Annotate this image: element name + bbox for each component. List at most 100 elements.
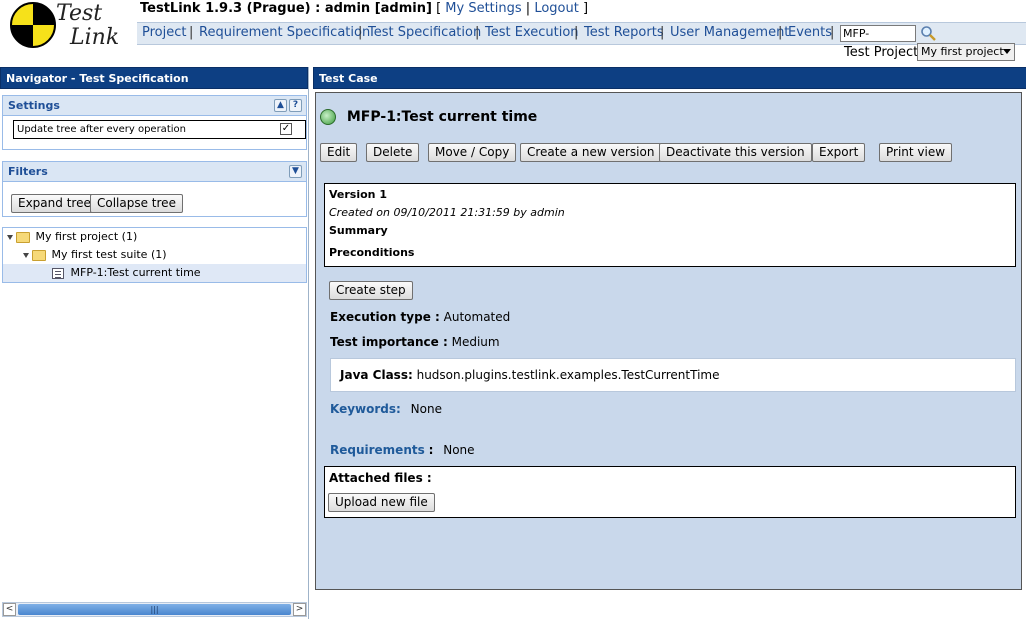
tree-node-label: My first test suite (1): [51, 248, 167, 261]
menu-test-reports[interactable]: Test Reports: [584, 25, 664, 40]
menu-separator: |: [189, 25, 194, 40]
collapse-up-icon[interactable]: ▲: [274, 99, 287, 112]
keywords-value: None: [410, 402, 442, 416]
filters-section: Filters ▼ Expand tree Collapse tree: [2, 161, 307, 217]
upload-new-file-button[interactable]: Upload new file: [328, 493, 435, 512]
tree-expander-icon[interactable]: [7, 234, 13, 240]
app-title: TestLink 1.9.3 (Prague) : admin [admin]: [140, 1, 432, 16]
scroll-left-icon[interactable]: <: [3, 603, 16, 616]
version-box: Version 1 Created on 09/10/2011 21:31:59…: [324, 183, 1016, 267]
create-step-button[interactable]: Create step: [329, 281, 413, 300]
created-line: Created on 09/10/2011 21:31:59 by admin: [329, 206, 565, 219]
navigator-title: Navigator - Test Specification: [0, 67, 308, 89]
java-class-label: Java Class:: [340, 368, 413, 382]
version-label: Version 1: [329, 188, 387, 201]
attached-files-box: Attached files : Upload new file: [324, 466, 1016, 518]
menu-user-management[interactable]: User Management: [670, 25, 789, 40]
scrollbar-thumb[interactable]: |||: [18, 604, 291, 615]
settings-section: Settings ▲ ? Update tree after every ope…: [2, 95, 307, 150]
edit-button[interactable]: Edit: [320, 143, 358, 162]
test-case-panel: Test Case MFP-1:Test current time Edit D…: [313, 67, 1026, 619]
test-case-panel-title: Test Case: [313, 67, 1026, 89]
bracket-close: ]: [582, 1, 589, 16]
attached-files-label: Attached files :: [329, 471, 432, 485]
menu-separator: |: [574, 25, 579, 40]
test-project-label: Test Project: [844, 45, 919, 60]
execution-type-label: Execution type :: [330, 310, 440, 324]
folder-icon: [16, 231, 30, 243]
java-class-value: hudson.plugins.testlink.examples.TestCur…: [416, 368, 720, 382]
my-settings-link[interactable]: My Settings: [445, 1, 521, 16]
update-tree-setting: Update tree after every operation ✓: [13, 120, 306, 139]
update-tree-checkbox[interactable]: ✓: [280, 123, 292, 135]
test-spec-tree: My first project (1) My first test suite…: [2, 227, 307, 283]
logo-text-bottom: Link: [69, 25, 119, 50]
tree-node-label: MFP-1:Test current time: [70, 266, 201, 279]
settings-header: Settings ▲ ?: [3, 96, 306, 116]
requirements-value: None: [443, 443, 475, 457]
preconditions-label: Preconditions: [329, 246, 415, 259]
menu-separator: |: [660, 25, 665, 40]
summary-label: Summary: [329, 224, 388, 237]
test-importance-value: Medium: [451, 335, 500, 349]
help-icon[interactable]: ?: [289, 99, 302, 112]
tree-expander-icon[interactable]: [23, 252, 29, 258]
keywords-label[interactable]: Keywords:: [330, 402, 401, 416]
execution-type: Execution type : Automated: [330, 310, 510, 324]
menu-separator: |: [358, 25, 363, 40]
test-importance: Test importance : Medium: [330, 335, 500, 349]
menu-test-execution[interactable]: Test Execution: [485, 25, 579, 40]
test-case-status-icon: [320, 109, 336, 125]
menu-separator: |: [475, 25, 480, 40]
deactivate-version-button[interactable]: Deactivate this version: [659, 143, 812, 162]
separator: |: [525, 1, 531, 16]
requirements: Requirements : None: [330, 443, 475, 457]
testlink-logo[interactable]: Test Link: [6, 0, 126, 52]
tree-node-project[interactable]: My first project (1): [7, 228, 137, 246]
filters-header: Filters ▼: [3, 162, 306, 182]
filters-title: Filters: [8, 165, 48, 178]
settings-title: Settings: [8, 99, 60, 112]
expand-down-icon[interactable]: ▼: [289, 165, 302, 178]
tree-node-label: My first project (1): [35, 230, 138, 243]
expand-tree-button[interactable]: Expand tree: [11, 194, 98, 213]
menu-events[interactable]: Events: [788, 25, 832, 40]
test-case-title-text: MFP-1:Test current time: [346, 109, 538, 125]
menu-project[interactable]: Project: [142, 25, 186, 40]
menu-test-specification[interactable]: Test Specification: [368, 25, 481, 40]
update-tree-label: Update tree after every operation: [17, 124, 186, 135]
java-class-box: Java Class: hudson.plugins.testlink.exam…: [330, 358, 1016, 392]
tree-node-testcase[interactable]: MFP-1:Test current time: [3, 264, 306, 282]
chevron-down-icon: [1003, 49, 1011, 54]
keywords: Keywords: None: [330, 402, 442, 416]
create-new-version-button[interactable]: Create a new version: [520, 143, 662, 162]
header: Test Link TestLink 1.9.3 (Prague) : admi…: [0, 0, 1026, 66]
tree-node-suite[interactable]: My first test suite (1): [23, 246, 167, 264]
collapse-tree-button[interactable]: Collapse tree: [90, 194, 183, 213]
test-importance-label: Test importance :: [330, 335, 448, 349]
main-menu: Project | Requirement Specification | Te…: [137, 22, 1026, 45]
logout-link[interactable]: Logout: [534, 1, 579, 16]
folder-icon: [32, 249, 46, 261]
menu-requirement-specification[interactable]: Requirement Specification: [199, 25, 370, 40]
search-input[interactable]: [840, 25, 916, 42]
test-case-title: MFP-1:Test current time: [320, 109, 537, 125]
print-view-button[interactable]: Print view: [879, 143, 953, 162]
requirements-colon: :: [428, 443, 434, 457]
horizontal-scrollbar[interactable]: < ||| >: [2, 602, 307, 617]
export-button[interactable]: Export: [812, 143, 866, 162]
execution-type-value: Automated: [443, 310, 511, 324]
requirements-label[interactable]: Requirements: [330, 443, 425, 457]
move-copy-button[interactable]: Move / Copy: [428, 143, 517, 162]
scroll-right-icon[interactable]: >: [293, 603, 306, 616]
title-line: TestLink 1.9.3 (Prague) : admin [admin] …: [140, 1, 588, 16]
test-project-selected: My first project: [921, 45, 1004, 58]
logo-text-top: Test: [56, 1, 102, 26]
testcase-icon: [52, 267, 64, 279]
bracket-open: [: [436, 1, 442, 16]
menu-separator: |: [830, 25, 835, 40]
test-project-select[interactable]: My first project: [917, 43, 1015, 61]
search-icon[interactable]: [920, 25, 936, 41]
delete-button[interactable]: Delete: [366, 143, 420, 162]
navigator-panel: Navigator - Test Specification Settings …: [0, 67, 309, 619]
